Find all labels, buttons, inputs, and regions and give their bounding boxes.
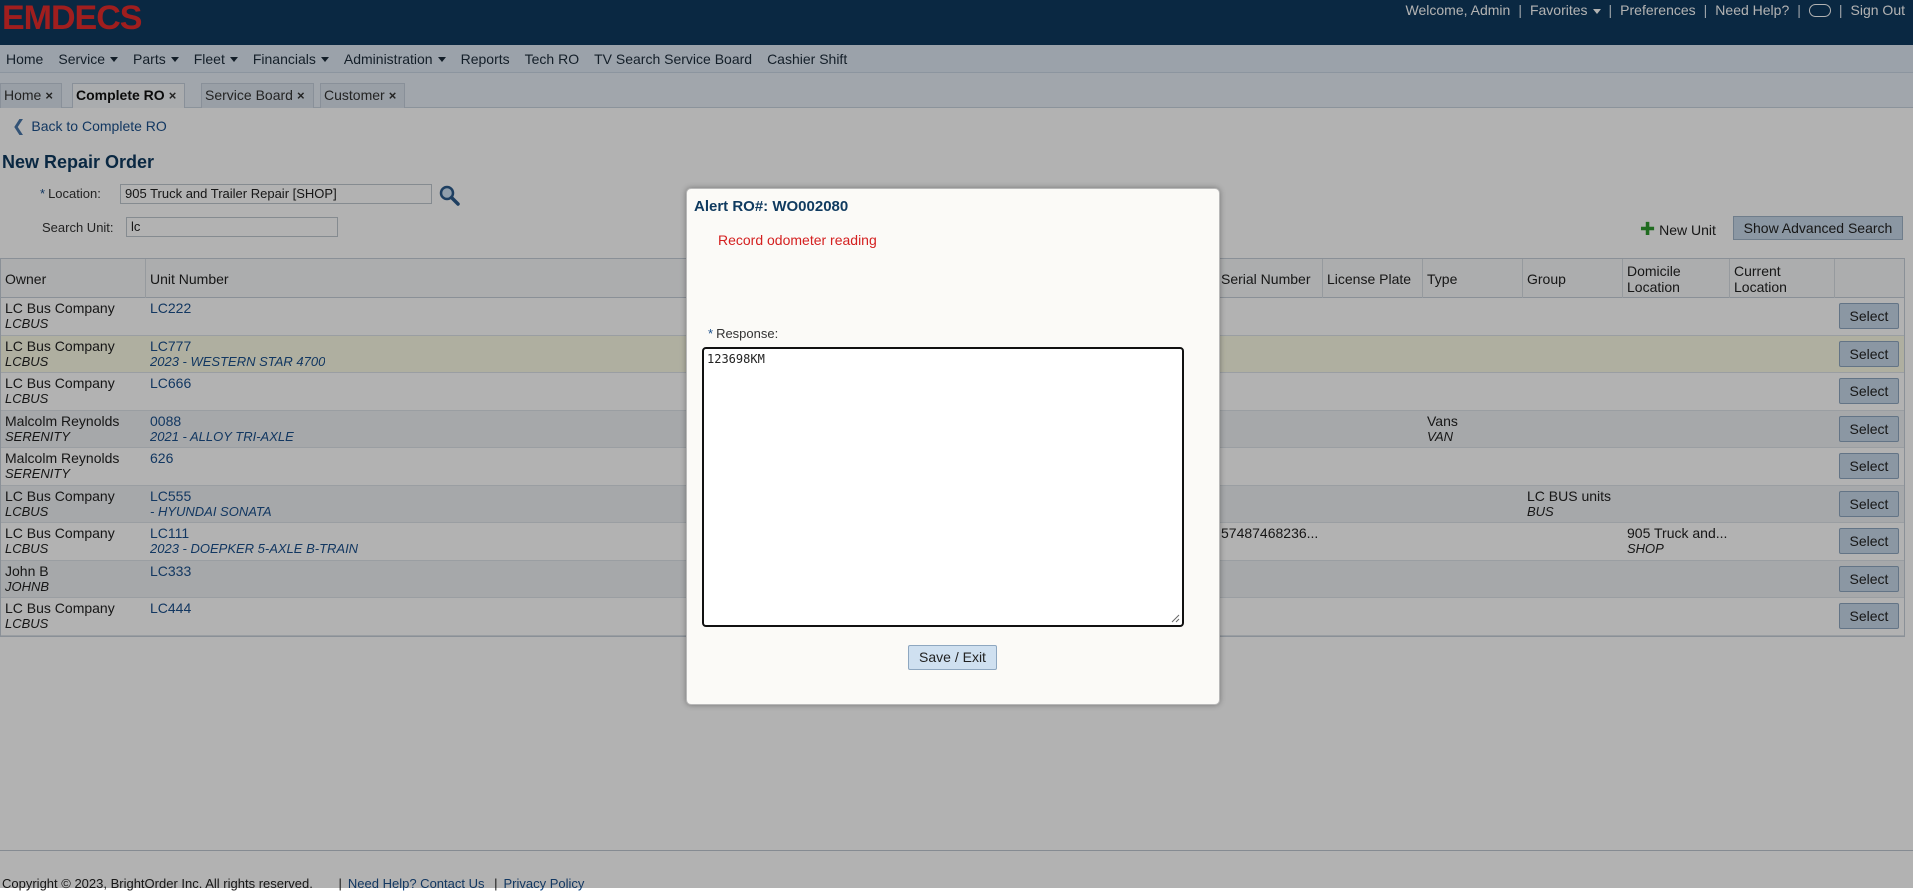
alert-message: Record odometer reading xyxy=(718,232,877,248)
alert-dialog: Alert RO#: WO002080 Record odometer read… xyxy=(686,188,1220,705)
save-exit-button[interactable]: Save / Exit xyxy=(908,645,997,670)
response-label: * Response: xyxy=(708,326,779,341)
dialog-title: Alert RO#: WO002080 xyxy=(694,198,849,215)
response-textarea[interactable] xyxy=(702,347,1184,627)
resize-handle-icon[interactable] xyxy=(1170,613,1180,623)
